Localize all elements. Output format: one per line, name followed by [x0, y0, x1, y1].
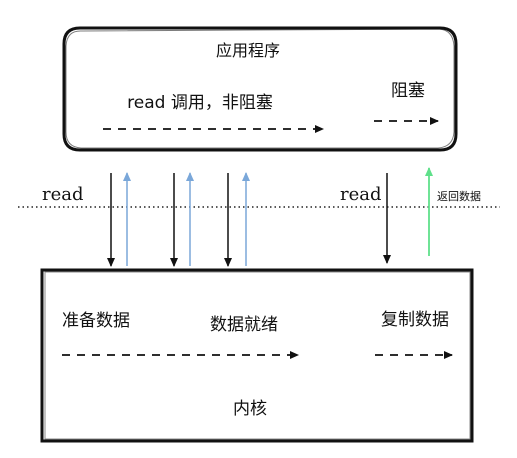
left-read-label: read	[42, 184, 84, 205]
kernel-title: 内核	[233, 399, 267, 419]
io-model-diagram: 应用程序 read 调用，非阻塞 阻塞 read read 返回数据 准备数据 …	[18, 26, 500, 443]
data-ready-label: 数据就绪	[210, 315, 278, 335]
copy-data-label: 复制数据	[381, 310, 449, 330]
read-nonblocking-label: read 调用，非阻塞	[127, 93, 273, 113]
return-data-label: 返回数据	[437, 189, 481, 203]
right-read-label: read	[340, 184, 382, 205]
blocking-label: 阻塞	[391, 81, 425, 101]
application-title: 应用程序	[216, 41, 280, 60]
prepare-data-label: 准备数据	[62, 311, 130, 331]
